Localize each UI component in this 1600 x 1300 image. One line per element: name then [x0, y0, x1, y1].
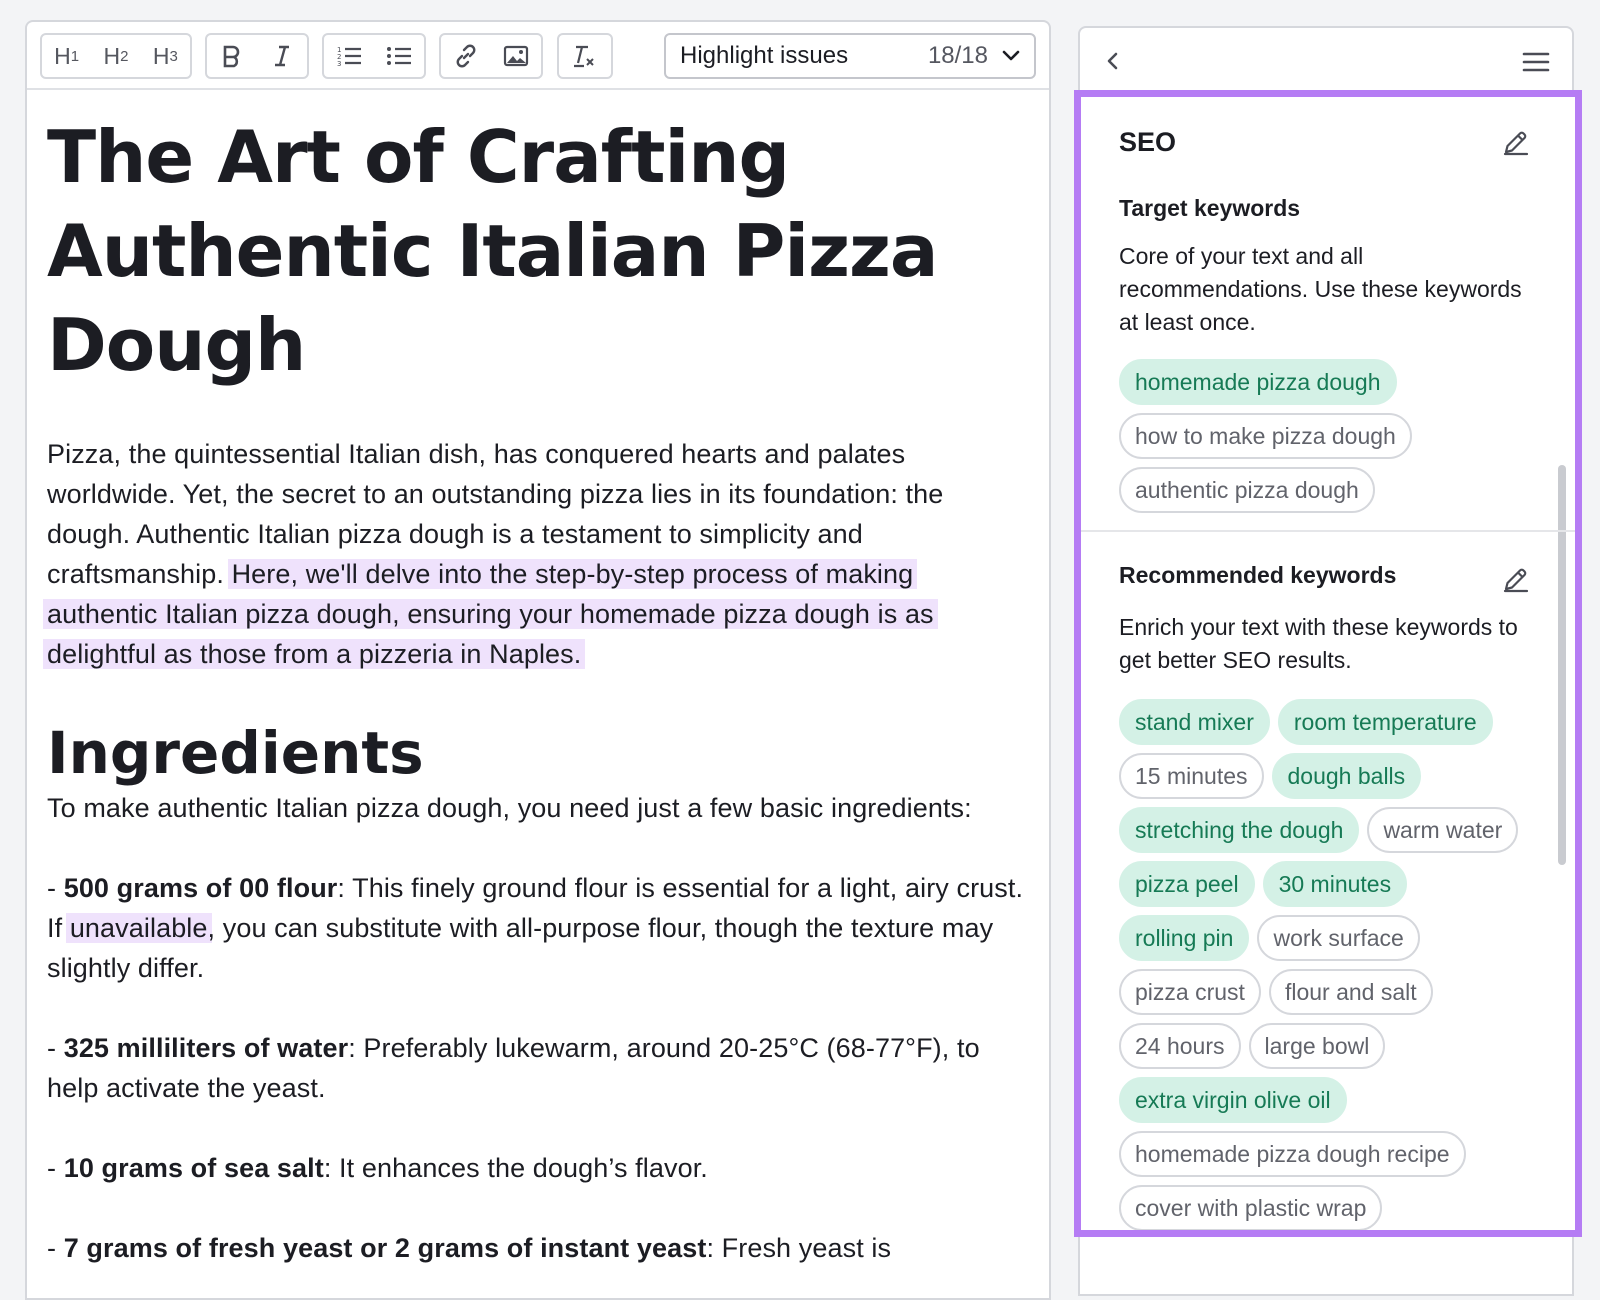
ordered-list-icon: 123 — [337, 46, 361, 68]
bullet-list-button[interactable] — [374, 35, 424, 77]
keyword-chip[interactable]: cover with plastic wrap — [1119, 1185, 1383, 1230]
highlight-issues-label: Highlight issues — [680, 42, 849, 69]
ingredient-text: : Fresh yeast is — [706, 1233, 892, 1263]
item-dash: - — [47, 1233, 64, 1263]
intro-paragraph: Pizza, the quintessential Italian dish, … — [43, 434, 1029, 674]
clear-format-icon — [574, 45, 594, 68]
highlighted-issue-word[interactable]: unavailable — [65, 913, 212, 943]
ingredient-name: 10 grams of sea salt — [63, 1153, 324, 1183]
recommended-keywords-title: Recommended keywords — [1119, 562, 1397, 588]
text-editor: H1 H2 H3 123 Highlight issues 18/18 The … — [25, 20, 1051, 1300]
bold-icon — [223, 45, 240, 68]
clear-format-group — [557, 33, 613, 79]
heading-1-label: H — [54, 42, 71, 69]
target-keywords-section: Target keywords Core of your text and al… — [1119, 195, 1539, 513]
image-button[interactable] — [491, 35, 541, 77]
bullet-list-icon — [387, 47, 411, 65]
keyword-chip[interactable]: dough balls — [1271, 753, 1422, 799]
list-group: 123 — [322, 33, 426, 79]
item-dash: - — [47, 873, 64, 903]
recommended-keywords-description: Enrich your text with these keywords to … — [1119, 614, 1518, 673]
svg-text:3: 3 — [337, 60, 341, 68]
heading-2-label: H — [103, 42, 121, 69]
keyword-chip[interactable]: room temperature — [1277, 699, 1493, 745]
highlight-issues-dropdown[interactable]: Highlight issues 18/18 — [664, 33, 1036, 79]
ingredients-heading: Ingredients — [47, 719, 424, 787]
heading-3-button[interactable]: H3 — [141, 35, 190, 77]
keyword-chip[interactable]: 24 hours — [1119, 1023, 1241, 1069]
text-style-group — [205, 33, 309, 79]
recommended-keywords-list: stand mixer room temperature 15 minutes dou… — [1119, 699, 1539, 1230]
seo-section-title: SEO — [1119, 127, 1177, 157]
heading-2-button[interactable]: H2 — [91, 35, 140, 77]
hamburger-menu-icon[interactable] — [1522, 50, 1550, 74]
seo-panel: SEO Target keywords Core of your text an… — [1074, 90, 1582, 1237]
clear-format-button[interactable] — [559, 35, 609, 77]
keyword-chip[interactable]: stand mixer — [1119, 699, 1270, 745]
ingredient-name: 500 grams of 00 flour — [63, 873, 338, 903]
chevron-down-icon — [1002, 50, 1020, 61]
ingredient-name: 325 milliliters of water — [63, 1033, 349, 1063]
recommended-keywords-section: Recommended keywords Enrich your text wi… — [1119, 562, 1539, 1230]
item-dash: - — [47, 1153, 64, 1183]
keyword-chip[interactable]: flour and salt — [1268, 969, 1433, 1015]
target-keywords-description: Core of your text and all recommendation… — [1119, 243, 1522, 335]
ingredient-item: - 325 milliliters of water: Preferably l… — [47, 1028, 1029, 1108]
keyword-chip[interactable]: pizza crust — [1119, 969, 1261, 1015]
keyword-chip[interactable]: homemade pizza dough — [1119, 359, 1397, 405]
italic-icon — [275, 45, 289, 67]
keyword-chip[interactable]: 15 minutes — [1119, 753, 1264, 799]
chevron-left-icon[interactable] — [1100, 48, 1126, 74]
link-button[interactable] — [441, 35, 491, 77]
editor-content[interactable]: The Art of Crafting Authentic Italian Pi… — [27, 90, 1049, 1268]
ingredient-item: - 7 grams of fresh yeast or 2 grams of i… — [47, 1228, 1029, 1268]
ingredient-text: : It enhances the dough’s flavor. — [323, 1153, 708, 1183]
italic-button[interactable] — [257, 35, 307, 77]
keyword-chip[interactable]: extra virgin olive oil — [1119, 1077, 1347, 1123]
ingredients-intro: To make authentic Italian pizza dough, y… — [47, 793, 972, 823]
keyword-chip[interactable]: stretching the dough — [1119, 807, 1360, 853]
keyword-chip[interactable]: 30 minutes — [1262, 861, 1408, 907]
section-divider — [1081, 530, 1575, 532]
heading-3-level: 3 — [169, 47, 178, 65]
heading-3-label: H — [152, 42, 170, 69]
heading-2-level: 2 — [120, 47, 129, 65]
insert-group — [439, 33, 543, 79]
ordered-list-button[interactable]: 123 — [324, 35, 374, 77]
item-dash: - — [47, 1033, 64, 1063]
target-keywords-list: homemade pizza dough how to make pizza do… — [1119, 359, 1539, 513]
heading-1-level: 1 — [70, 47, 80, 65]
keyword-chip[interactable]: work surface — [1257, 915, 1420, 961]
heading-1-button[interactable]: H1 — [42, 35, 91, 77]
scrollbar-thumb[interactable] — [1558, 465, 1566, 865]
editor-toolbar: H1 H2 H3 123 Highlight issues 18/18 — [27, 22, 1049, 90]
issues-count: 18/18 — [927, 42, 988, 69]
keyword-chip[interactable]: rolling pin — [1119, 915, 1250, 961]
ingredient-item: - 500 grams of 00 flour: This finely gro… — [47, 868, 1029, 988]
article-title: The Art of Crafting Authentic Italian Pi… — [47, 115, 939, 387]
ingredient-name: 7 grams of fresh yeast or 2 grams of ins… — [63, 1233, 707, 1263]
image-icon — [503, 45, 529, 67]
keyword-chip[interactable]: large bowl — [1248, 1023, 1386, 1069]
ingredient-item: - 10 grams of sea salt: It enhances the … — [47, 1148, 1029, 1188]
target-keywords-title: Target keywords — [1119, 195, 1301, 221]
heading-buttons-group: H1 H2 H3 — [40, 33, 192, 79]
keyword-chip[interactable]: homemade pizza dough recipe — [1119, 1131, 1466, 1177]
keyword-chip[interactable]: how to make pizza dough — [1119, 413, 1412, 459]
keyword-chip[interactable]: authentic pizza dough — [1119, 467, 1375, 513]
sidebar-header — [1080, 28, 1572, 94]
keyword-chip[interactable]: warm water — [1367, 807, 1519, 853]
keyword-chip[interactable]: pizza peel — [1119, 861, 1255, 907]
bold-button[interactable] — [207, 35, 257, 77]
link-icon — [456, 44, 476, 68]
pencil-edit-icon[interactable] — [1501, 127, 1531, 157]
